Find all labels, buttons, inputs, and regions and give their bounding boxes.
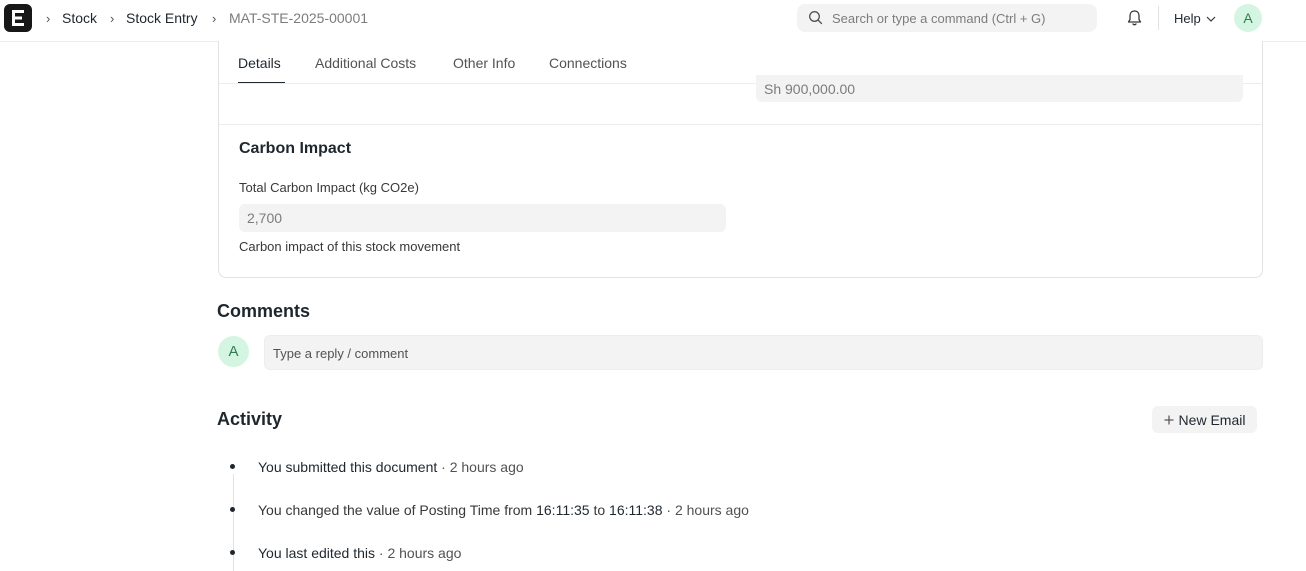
timeline-bullet — [230, 507, 235, 512]
breadcrumb-current-doc[interactable]: MAT-STE-2025-00001 — [229, 10, 368, 26]
search-bar[interactable] — [797, 4, 1097, 32]
help-dropdown[interactable]: Help — [1174, 11, 1216, 26]
chevron-right-icon: › — [212, 11, 217, 26]
chevron-right-icon: › — [110, 11, 115, 26]
navbar: › Stock › Stock Entry › MAT-STE-2025-000… — [0, 0, 1306, 42]
activity-text: You submitted this document — [258, 459, 438, 475]
carbon-impact-field[interactable]: 2,700 — [239, 204, 726, 232]
comments-title: Comments — [217, 301, 311, 321]
comment-input[interactable]: Type a reply / comment — [264, 335, 1263, 370]
activity-item: You submitted this document · 2 hours ag… — [258, 459, 524, 475]
tab-other-info[interactable]: Other Info — [453, 55, 515, 71]
active-tab-indicator — [238, 82, 285, 83]
new-email-button[interactable]: New Email — [1152, 406, 1257, 433]
amount-field[interactable]: Sh 900,000.00 — [756, 75, 1243, 102]
plus-icon — [1164, 415, 1174, 424]
chevron-right-icon: › — [46, 11, 51, 26]
activity-time: · 2 hours ago — [666, 502, 749, 518]
tab-connections[interactable]: Connections — [549, 55, 627, 71]
section-divider — [219, 124, 1262, 125]
activity-title: Activity — [217, 409, 283, 429]
search-input[interactable] — [832, 11, 1082, 26]
activity-item: You last edited this · 2 hours ago — [258, 545, 461, 561]
activity-time: · 2 hours ago — [441, 459, 524, 475]
tab-additional-costs[interactable]: Additional Costs — [315, 55, 416, 71]
activity-new-value: 16:11:38 — [609, 502, 663, 518]
timeline-bullet — [230, 464, 235, 469]
activity-text: You changed the value of Posting Time fr… — [258, 502, 537, 518]
breadcrumb-stock[interactable]: Stock — [62, 10, 97, 26]
section-title-carbon-impact: Carbon Impact — [239, 140, 352, 157]
form-card: Details Additional Costs Other Info Conn… — [218, 41, 1263, 278]
new-email-label: New Email — [1178, 411, 1246, 428]
erpnext-logo-icon — [12, 10, 24, 26]
search-icon — [809, 11, 823, 25]
app-logo[interactable] — [4, 4, 32, 32]
navbar-divider — [1158, 6, 1159, 30]
timeline-bullet — [230, 550, 235, 555]
activity-text-mid: to — [589, 502, 610, 518]
activity-item: You changed the value of Posting Time fr… — [258, 502, 749, 518]
activity-old-value: 16:11:35 — [536, 502, 590, 518]
amount-value: Sh 900,000.00 — [764, 81, 856, 97]
help-label: Help — [1174, 11, 1201, 26]
timeline-line — [233, 474, 234, 571]
user-avatar[interactable]: A — [1234, 4, 1262, 32]
carbon-impact-description: Carbon impact of this stock movement — [239, 239, 461, 254]
comment-avatar: A — [218, 336, 249, 367]
breadcrumb-stock-entry[interactable]: Stock Entry — [126, 10, 198, 26]
notification-bell-icon[interactable] — [1126, 9, 1143, 27]
tab-details[interactable]: Details — [238, 55, 281, 71]
activity-time: · 2 hours ago — [378, 545, 462, 561]
comment-placeholder: Type a reply / comment — [273, 346, 409, 361]
carbon-impact-label: Total Carbon Impact (kg CO2e) — [239, 180, 419, 195]
chevron-down-icon — [1206, 16, 1216, 22]
carbon-impact-value: 2,700 — [247, 210, 283, 226]
activity-text: You last edited this — [258, 545, 376, 561]
